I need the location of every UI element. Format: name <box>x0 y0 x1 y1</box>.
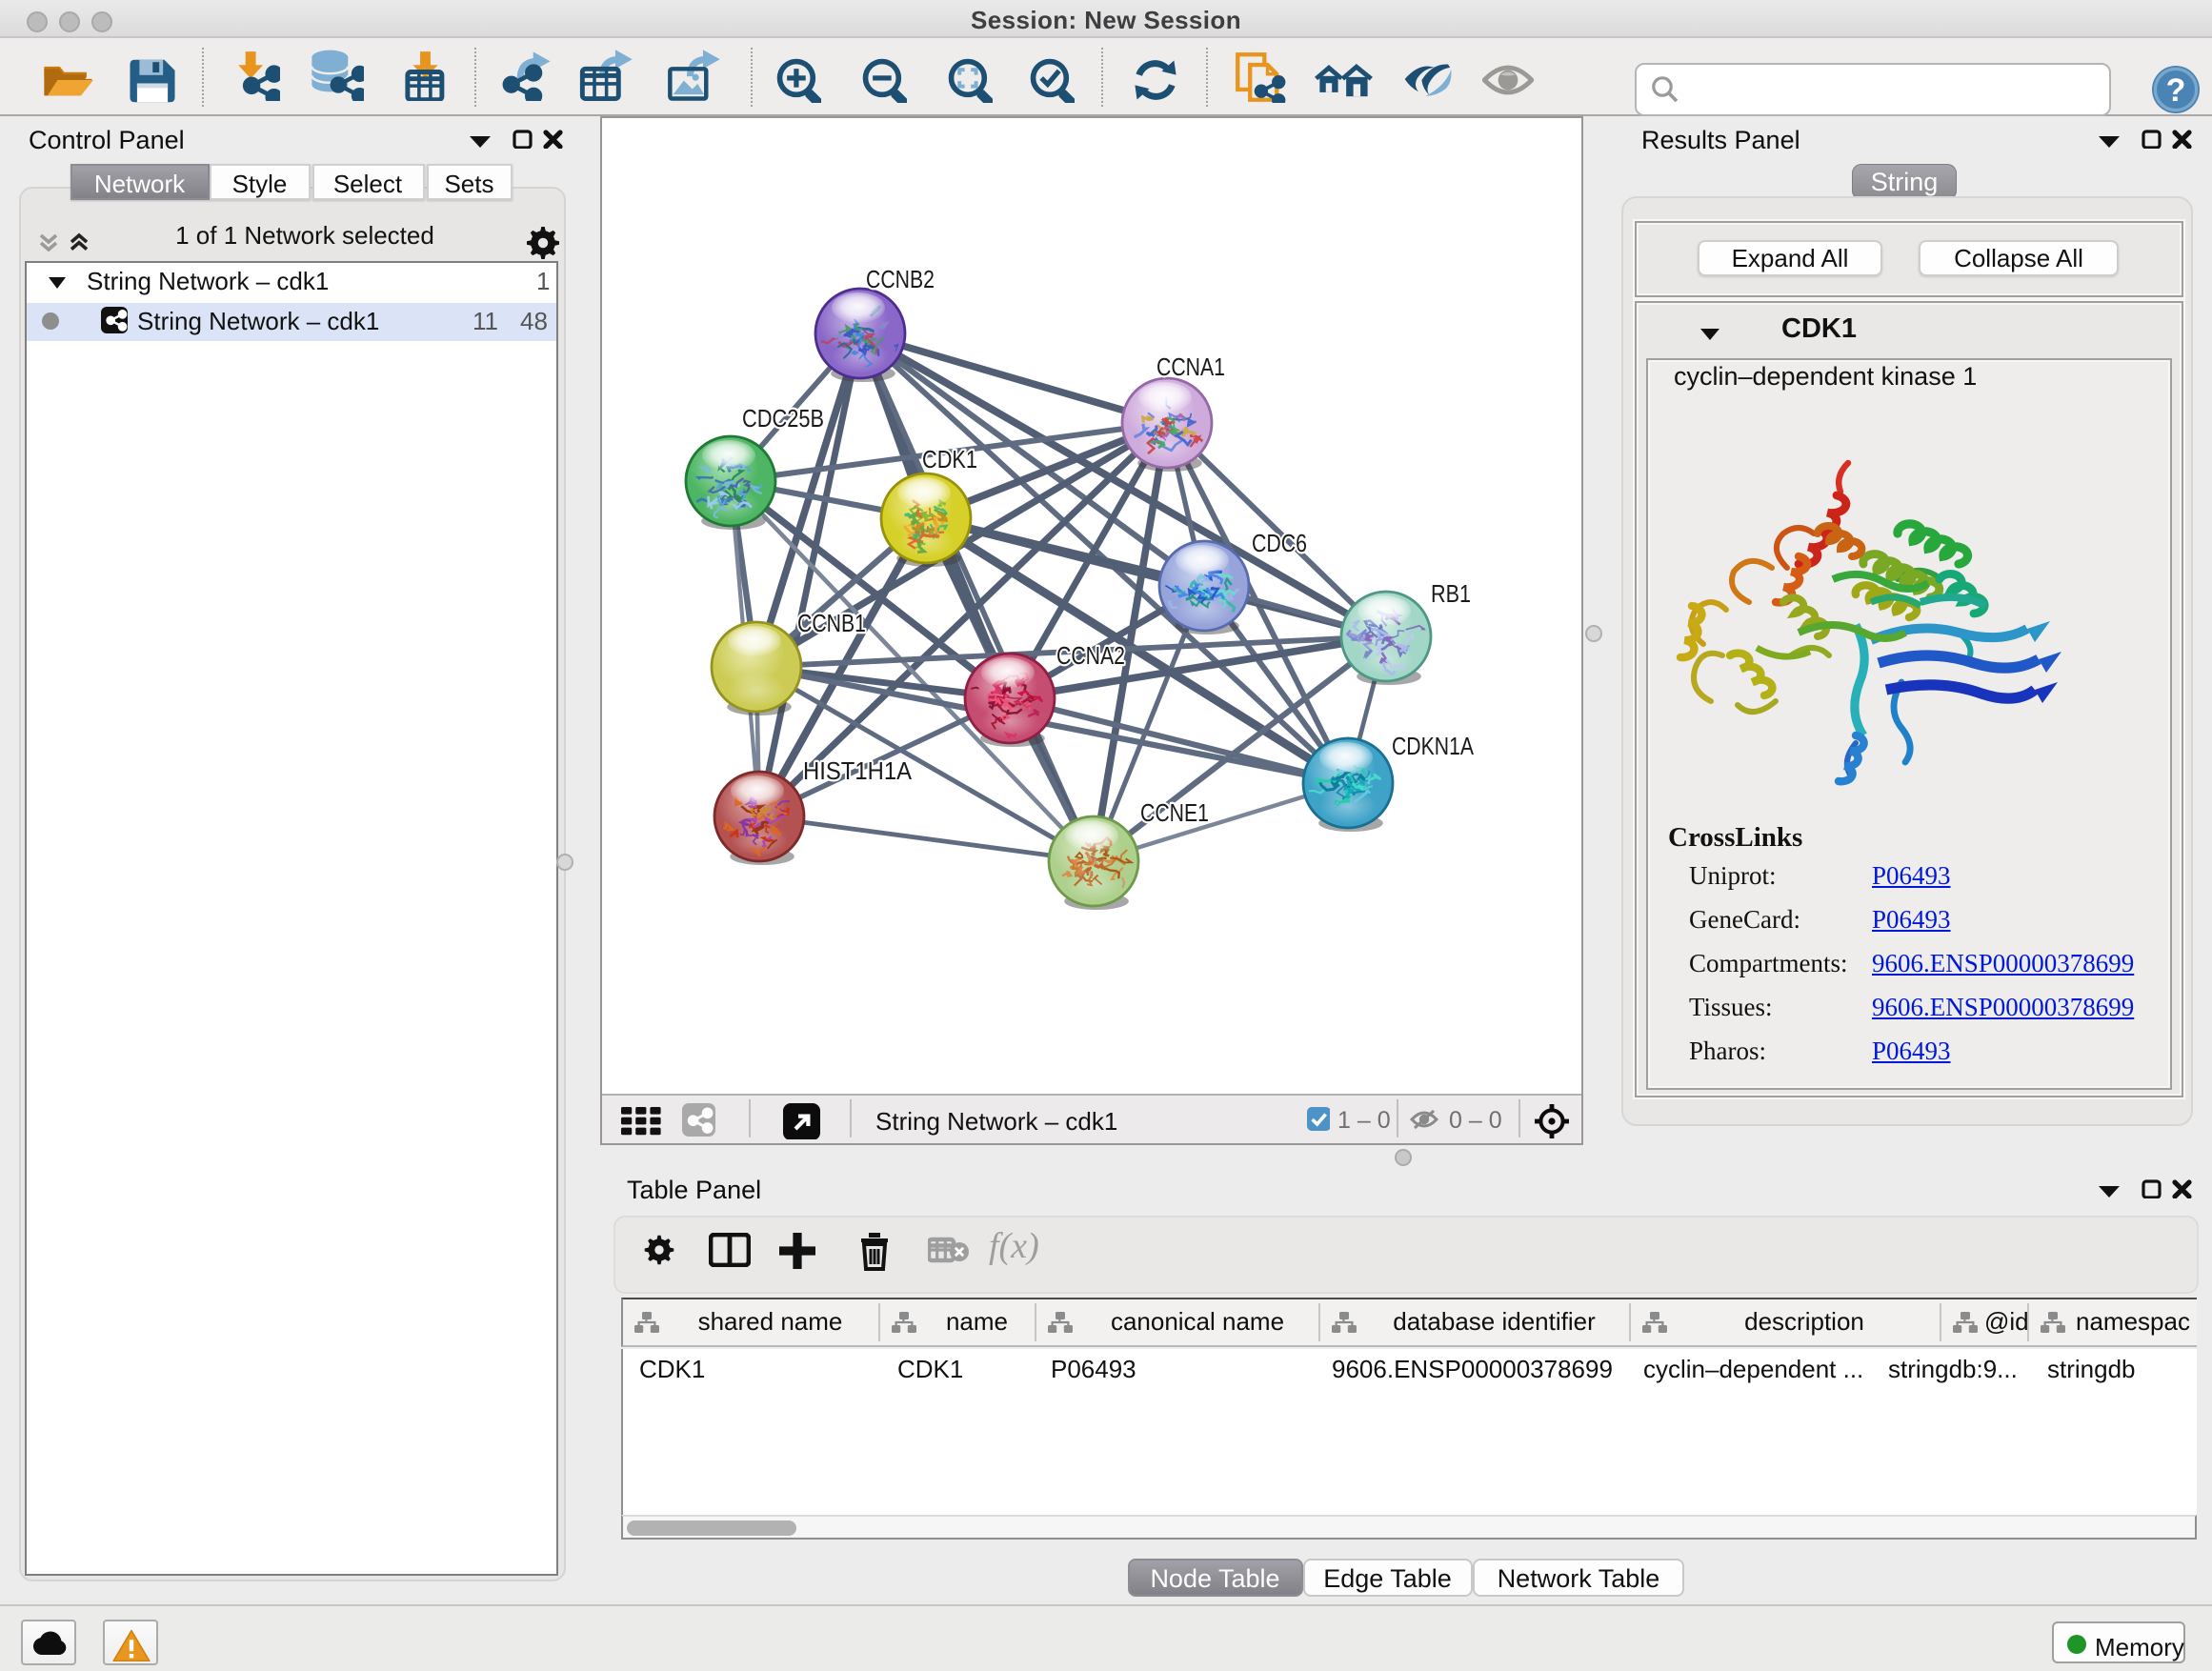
svg-text:CDC25B: CDC25B <box>741 404 823 433</box>
svg-text:CCNE1: CCNE1 <box>1139 798 1208 827</box>
svg-text:CDKN1A: CDKN1A <box>1391 732 1474 760</box>
svg-text:CCNA2: CCNA2 <box>1056 641 1124 670</box>
svg-text:CCNB2: CCNB2 <box>865 265 934 293</box>
svg-text:HIST1H1A: HIST1H1A <box>802 756 912 785</box>
svg-text:CCNA1: CCNA1 <box>1156 352 1224 381</box>
svg-text:RB1: RB1 <box>1430 579 1470 608</box>
svg-text:CDK1: CDK1 <box>921 445 976 473</box>
svg-text:CCNB1: CCNB1 <box>796 609 865 637</box>
svg-text:?: ? <box>2166 72 2186 109</box>
svg-text:CDC6: CDC6 <box>1251 529 1306 557</box>
